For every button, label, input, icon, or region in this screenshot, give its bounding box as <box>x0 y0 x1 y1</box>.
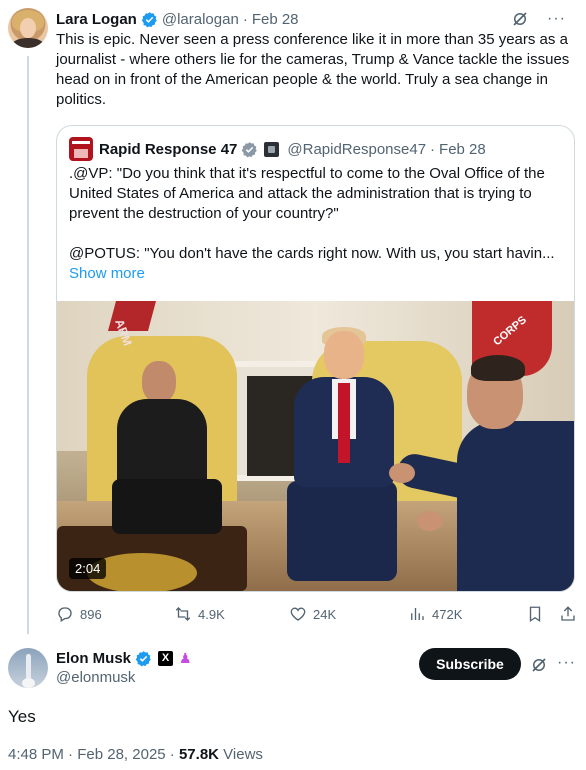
separator-dot: · <box>68 746 74 763</box>
reply-author-name[interactable]: Elon Musk <box>56 650 131 667</box>
quoted-author-handle[interactable]: @RapidResponse47 <box>287 141 426 158</box>
tweet-header-actions: ··· <box>511 10 566 28</box>
separator-dot: · <box>169 746 175 763</box>
like-count: 24K <box>313 606 337 622</box>
video-player[interactable]: ARM CORPS 2:04 <box>57 301 574 591</box>
quoted-tweet-date[interactable]: Feb 28 <box>439 141 486 158</box>
tweet-header: Lara Logan @laralogan · Feb 28 <box>56 8 576 30</box>
reply-time[interactable]: 4:48 PM <box>8 746 64 763</box>
author-name[interactable]: Lara Logan <box>56 11 137 28</box>
svg-text:ARM: ARM <box>112 317 135 347</box>
verified-badge-icon <box>135 650 151 666</box>
verified-badge-icon <box>141 11 157 27</box>
more-icon[interactable]: ··· <box>547 10 566 28</box>
author-handle[interactable]: @laralogan <box>162 11 239 28</box>
views-button[interactable]: 472K <box>408 605 462 623</box>
reply-author-handle[interactable]: @elonmusk <box>56 668 192 688</box>
grok-icon[interactable] <box>530 656 548 674</box>
repost-icon <box>175 607 191 621</box>
quoted-paragraph-potus: @POTUS: "You don't have the cards right … <box>69 245 555 262</box>
views-count: 472K <box>432 606 463 622</box>
reply-count: 896 <box>80 606 102 622</box>
avatar-lara-logan[interactable] <box>8 8 48 48</box>
quoted-tweet-card[interactable]: Rapid Response 47 @RapidResponse47 · Feb… <box>56 125 575 592</box>
separator-dot: · <box>242 10 248 28</box>
reply-text: Yes <box>8 707 36 726</box>
quoted-author-name[interactable]: Rapid Response 47 <box>99 141 237 158</box>
affiliate-badge-icon: ♟ <box>179 649 192 666</box>
more-icon[interactable]: ··· <box>557 654 576 672</box>
like-button[interactable]: 24K <box>289 605 336 623</box>
grok-icon[interactable] <box>511 10 529 28</box>
repost-count: 4.9K <box>198 606 225 622</box>
repost-button[interactable]: 4.9K <box>174 605 225 623</box>
reply-metadata: 4:48 PM · Feb 28, 2025 · 57.8K Views <box>8 746 263 763</box>
subscribe-button[interactable]: Subscribe <box>419 648 521 680</box>
reply-views-label: Views <box>223 746 263 763</box>
government-badge-icon <box>264 141 280 157</box>
video-duration-badge: 2:04 <box>69 558 107 579</box>
x-badge-icon: X <box>158 650 174 666</box>
tweet-main: Lara Logan @laralogan · Feb 28 ··· This … <box>56 8 576 110</box>
reply-views-count: 57.8K <box>178 746 219 763</box>
tweet-text: This is epic. Never seen a press confere… <box>56 31 570 108</box>
separator-dot: · <box>430 140 436 158</box>
reply-date[interactable]: Feb 28, 2025 <box>77 746 165 763</box>
quoted-tweet-header: Rapid Response 47 @RapidResponse47 · Feb… <box>69 137 486 161</box>
reply-header: Elon Musk X ♟ @elonmusk <box>56 648 192 688</box>
show-more-link[interactable]: Show more <box>69 264 565 284</box>
reply-button[interactable]: 896 <box>56 605 102 623</box>
reply-icon <box>58 607 72 622</box>
quoted-paragraph-vp: .@VP: "Do you think that it's respectful… <box>69 165 545 222</box>
share-button[interactable] <box>559 605 577 623</box>
share-icon <box>561 606 575 621</box>
bookmark-icon <box>529 606 541 623</box>
views-icon <box>411 608 424 620</box>
video-overlay-text: ARM CORPS <box>112 314 529 348</box>
avatar-rapid-response[interactable] <box>69 137 93 161</box>
tweet-date[interactable]: Feb 28 <box>252 11 299 28</box>
tweet-actions-bar: 896 4.9K 24K 472K <box>56 604 581 624</box>
svg-text:CORPS: CORPS <box>491 314 529 348</box>
verified-badge-icon <box>242 141 258 157</box>
bookmark-button[interactable] <box>526 605 544 623</box>
thread-connector-line <box>27 56 29 634</box>
quoted-tweet-body: .@VP: "Do you think that it's respectful… <box>69 164 565 284</box>
like-icon <box>290 607 306 621</box>
avatar-elon-musk[interactable] <box>8 648 48 688</box>
